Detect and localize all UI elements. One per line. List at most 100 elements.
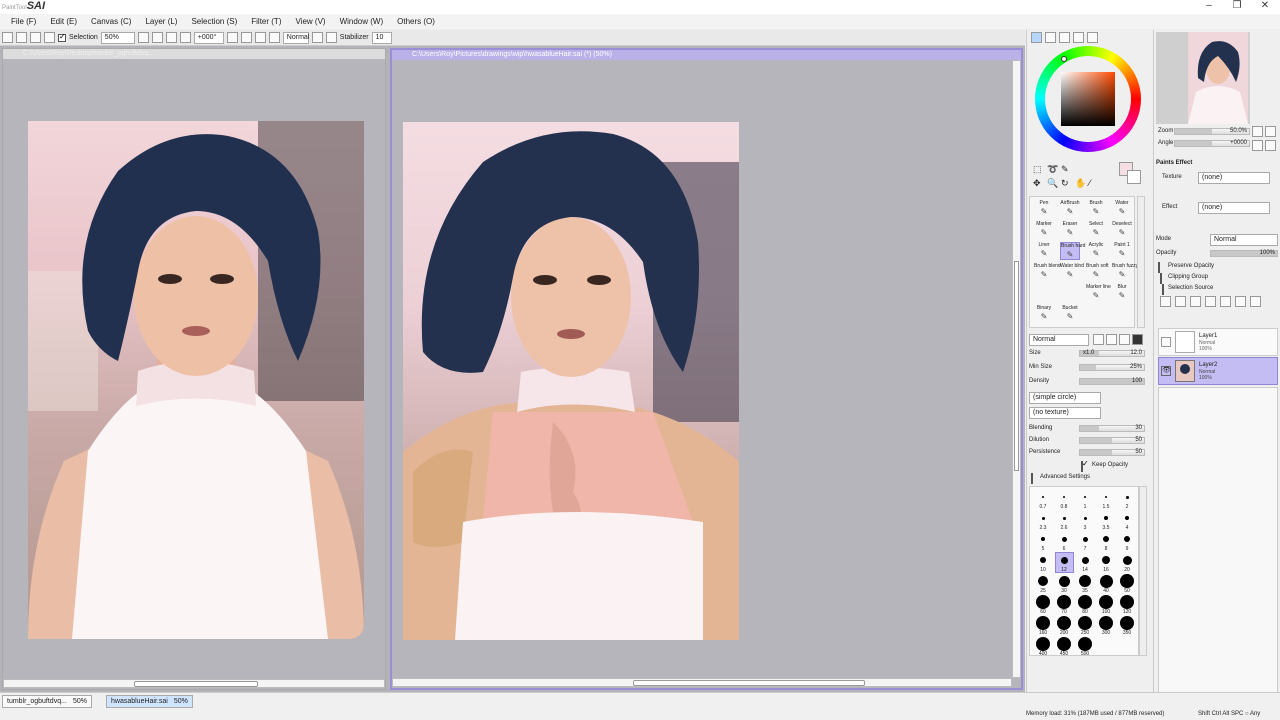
zoom-field[interactable]: 50%: [100, 31, 135, 44]
menu-view[interactable]: View (V): [288, 17, 332, 26]
brush-size-dot[interactable]: [1120, 595, 1134, 609]
undo-icon[interactable]: [2, 32, 13, 43]
tool-slot[interactable]: Deselect ✎: [1112, 221, 1132, 237]
deselect-icon[interactable]: [30, 32, 41, 43]
selection-checkbox[interactable]: [58, 32, 66, 42]
reference-document-window[interactable]: C:\Users\Roy\Desktop\tumblr_ogbuftdvq...: [2, 48, 386, 690]
brush-size-dot[interactable]: [1079, 575, 1091, 587]
advanced-settings-checkbox[interactable]: [1031, 473, 1033, 484]
nav-rotate-left-icon[interactable]: [1252, 140, 1263, 151]
clipping-group-checkbox[interactable]: [1160, 273, 1162, 284]
brush-size-dot[interactable]: [1036, 595, 1050, 609]
tool-slot[interactable]: [1034, 284, 1054, 294]
brush-size-dot[interactable]: [1036, 616, 1050, 630]
brush-size-dot[interactable]: [1078, 616, 1092, 630]
zoom-out-icon[interactable]: [137, 32, 149, 43]
brush-size-dot[interactable]: [1057, 595, 1071, 609]
new-layer-icon[interactable]: [1160, 296, 1171, 307]
tool-slot[interactable]: [1112, 305, 1132, 315]
brush-size-dot[interactable]: [1063, 496, 1065, 498]
blend-field[interactable]: Normal: [282, 31, 309, 44]
tool-slot[interactable]: Brush ✎: [1086, 200, 1106, 216]
minimize-icon[interactable]: –: [1198, 0, 1220, 12]
brush-size-dot[interactable]: [1061, 536, 1067, 542]
maximize-icon[interactable]: ❐: [1226, 0, 1248, 12]
brush-size-dot[interactable]: [1125, 495, 1129, 499]
brush-size-dot[interactable]: [1060, 556, 1068, 564]
layer-copy-icon[interactable]: [1205, 296, 1216, 307]
nav-zoom-out-icon[interactable]: [1252, 126, 1263, 137]
layer-row[interactable]: Layer1 Normal 100%: [1158, 328, 1278, 356]
min-size-slider[interactable]: 25%: [1079, 364, 1145, 371]
layer-clear-icon[interactable]: [1235, 296, 1246, 307]
brush-size-dot[interactable]: [1124, 536, 1130, 542]
angle-field[interactable]: +000°: [193, 31, 224, 44]
menu-others[interactable]: Others (O): [390, 17, 442, 26]
brush-size-dot[interactable]: [1103, 536, 1109, 542]
brush-size-dot[interactable]: [1120, 616, 1134, 630]
tool-slot[interactable]: Marker ✎: [1034, 221, 1054, 237]
brush-size-dot[interactable]: [1104, 516, 1108, 520]
menu-canvas[interactable]: Canvas (C): [84, 17, 138, 26]
selection-source-checkbox[interactable]: [1162, 284, 1164, 295]
invert-selection-icon[interactable]: [44, 32, 55, 43]
brush-size-dot[interactable]: [1122, 555, 1132, 565]
tool-slot[interactable]: [1086, 305, 1106, 315]
close-icon[interactable]: ✕: [1254, 0, 1276, 12]
eyedropper-icon[interactable]: ⁄: [1089, 178, 1091, 188]
menu-selection[interactable]: Selection (S): [184, 17, 244, 26]
tool-slot[interactable]: Brush fuzzy ✎: [1112, 263, 1138, 279]
nav-rotate-right-icon[interactable]: [1265, 140, 1276, 151]
menu-layer[interactable]: Layer (L): [138, 17, 184, 26]
menu-window[interactable]: Window (W): [333, 17, 391, 26]
rotate-icon[interactable]: ↻: [1061, 178, 1069, 189]
paint-effect-header[interactable]: Paints Effect: [1156, 160, 1192, 166]
layer-visibility-icon[interactable]: [1161, 337, 1171, 347]
tool-slot[interactable]: Brush soft ✎: [1086, 263, 1109, 279]
density-slider[interactable]: 100: [1079, 378, 1145, 385]
brush-size-dot[interactable]: [1102, 556, 1110, 564]
layer-visibility-icon[interactable]: 👁: [1161, 366, 1171, 376]
advanced-settings-label[interactable]: Advanced Settings: [1040, 474, 1090, 480]
rect-select-icon[interactable]: ⬚: [1033, 164, 1042, 175]
brush-size-dot[interactable]: [1057, 616, 1071, 630]
zoom-in-icon[interactable]: [151, 32, 163, 43]
blending-slider[interactable]: 30: [1079, 425, 1145, 432]
brush-size-dot[interactable]: [1041, 537, 1045, 541]
active-vertical-scrollbar[interactable]: [1012, 60, 1021, 678]
tool-slot[interactable]: Blur ✎: [1112, 284, 1132, 300]
preserve-opacity-checkbox[interactable]: [1158, 262, 1160, 273]
brush-size-dot[interactable]: [1040, 557, 1046, 563]
texture-select[interactable]: (none): [1198, 172, 1270, 184]
brush-size-dot[interactable]: [1041, 516, 1045, 520]
delete-layer-icon[interactable]: [1250, 296, 1261, 307]
rotate-right-icon[interactable]: [240, 32, 252, 43]
brush-size-dot[interactable]: [1062, 516, 1066, 520]
brush-size-dot[interactable]: [1058, 575, 1070, 587]
dilution-slider[interactable]: 50: [1079, 437, 1145, 444]
rgb-slider-tab-icon[interactable]: [1045, 32, 1056, 43]
hand-icon[interactable]: ✋: [1075, 178, 1086, 189]
redo-icon[interactable]: [16, 32, 27, 43]
magic-wand-icon[interactable]: ✎: [1061, 164, 1069, 175]
tool-slot[interactable]: Water ✎: [1112, 200, 1132, 216]
tool-slot[interactable]: Bucket ✎: [1060, 305, 1080, 321]
mirror-icon[interactable]: [325, 32, 337, 43]
brush-size-dot[interactable]: [1078, 637, 1092, 651]
tool-slot[interactable]: Acrylic ✎: [1086, 242, 1106, 258]
brush-size-dot[interactable]: [1120, 574, 1134, 588]
document-tab-active[interactable]: hwasablueHair.sai 50%: [106, 695, 193, 708]
size-grid-scrollbar[interactable]: [1139, 486, 1147, 656]
brush-shape-select[interactable]: (simple circle): [1029, 392, 1101, 404]
brush-size-dot[interactable]: [1105, 496, 1107, 498]
zoom-reset-icon[interactable]: [165, 32, 177, 43]
nav-zoom-in-icon[interactable]: [1265, 126, 1276, 137]
brush-size-dot[interactable]: [1083, 516, 1087, 520]
color-wheel-tab-icon[interactable]: [1031, 32, 1042, 43]
brush-size-dot[interactable]: [1042, 496, 1044, 498]
tool-slot[interactable]: Brush blend ✎: [1034, 263, 1061, 279]
brush-size-dot[interactable]: [1084, 496, 1086, 498]
lasso-icon[interactable]: ➰: [1047, 164, 1058, 175]
menu-edit[interactable]: Edit (E): [43, 17, 84, 26]
secondary-color-swatch[interactable]: [1127, 170, 1141, 184]
